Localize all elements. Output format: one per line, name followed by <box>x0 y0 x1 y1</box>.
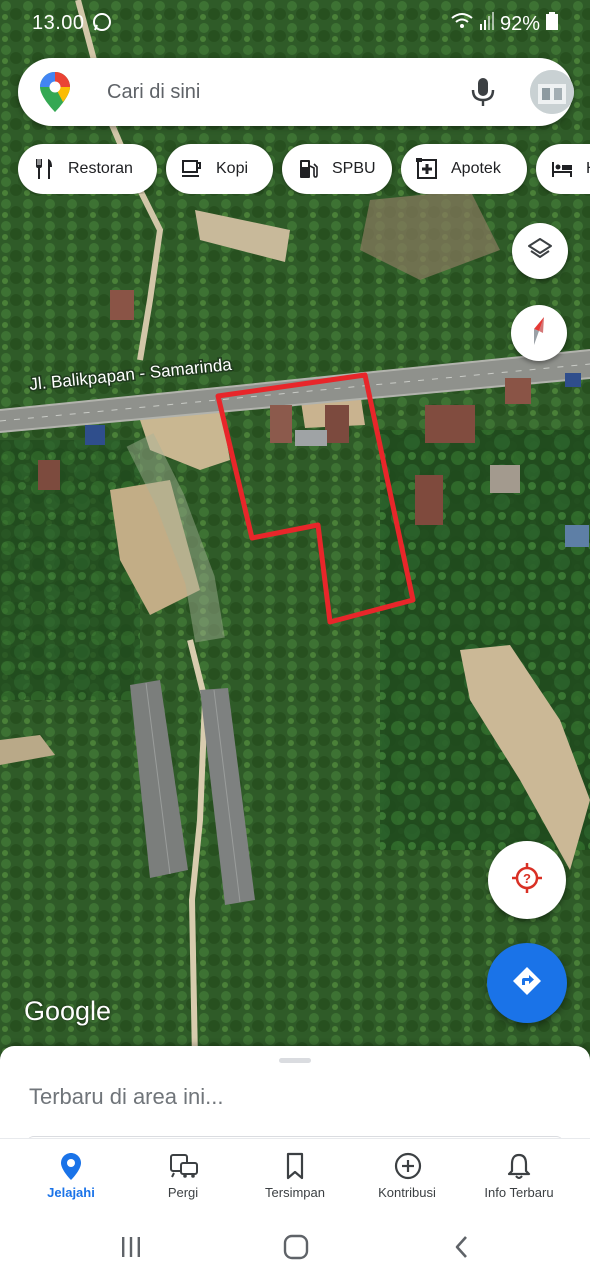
battery-percent: 92% <box>499 12 540 35</box>
system-navigation-bar <box>0 1212 590 1280</box>
svg-text:?: ? <box>523 871 531 886</box>
chip-spbu[interactable]: SPBU <box>282 144 392 194</box>
hotel-icon <box>550 157 574 181</box>
chip-restoran[interactable]: Restoran <box>18 144 157 194</box>
my-location-button[interactable]: ? <box>488 841 566 919</box>
nav-pergi[interactable]: Pergi <box>128 1139 238 1213</box>
microphone-icon[interactable] <box>470 76 496 108</box>
coffee-icon <box>180 157 204 181</box>
chip-kopi[interactable]: Kopi <box>166 144 273 194</box>
status-time: 13.00 <box>32 12 85 34</box>
nav-jelajahi[interactable]: Jelajahi <box>16 1139 126 1213</box>
commute-icon <box>169 1151 198 1181</box>
back-icon[interactable] <box>442 1232 482 1262</box>
add-circle-icon <box>393 1151 422 1181</box>
chip-hotel[interactable]: H <box>536 144 590 194</box>
explore-pin-icon <box>57 1151 85 1181</box>
search-input[interactable]: Cari di sini <box>107 81 200 104</box>
bookmark-icon <box>281 1151 309 1181</box>
nav-info-terbaru[interactable]: Info Terbaru <box>464 1139 574 1213</box>
layers-icon <box>527 236 553 267</box>
search-bar[interactable]: Cari di sini <box>18 58 574 126</box>
restaurant-icon <box>32 157 56 181</box>
google-maps-logo-icon <box>40 72 70 112</box>
category-chips: Restoran Kopi SPBU Apotek H <box>18 144 590 194</box>
layers-button[interactable] <box>512 223 568 279</box>
compass-button[interactable] <box>511 305 567 361</box>
pharmacy-icon <box>415 157 439 181</box>
signal-icon <box>479 12 494 36</box>
nav-kontribusi[interactable]: Kontribusi <box>352 1139 462 1213</box>
explore-sheet[interactable]: Terbaru di area ini... <box>0 1046 590 1146</box>
nav-tersimpan[interactable]: Tersimpan <box>240 1139 350 1213</box>
bottom-navigation: Jelajahi Pergi Tersimpan Kontribusi Info… <box>0 1138 590 1213</box>
directions-button[interactable] <box>487 943 567 1023</box>
status-bar: 13.00 92% <box>0 0 590 48</box>
bell-icon <box>505 1151 533 1181</box>
google-attribution: Google <box>24 996 112 1026</box>
home-icon[interactable] <box>276 1232 316 1262</box>
battery-icon <box>546 12 558 36</box>
gas-station-icon <box>296 157 320 181</box>
sheet-drag-handle[interactable] <box>279 1058 311 1063</box>
compass-icon <box>527 315 551 352</box>
location-unknown-icon: ? <box>510 861 544 900</box>
account-avatar[interactable] <box>530 70 574 114</box>
sheet-title: Terbaru di area ini... <box>29 1084 224 1109</box>
recent-apps-icon[interactable] <box>111 1232 151 1262</box>
status-right: 92% <box>450 12 558 36</box>
chip-apotek[interactable]: Apotek <box>401 144 527 194</box>
wifi-icon <box>450 12 474 36</box>
whatsapp-notification-icon <box>92 12 112 32</box>
directions-icon <box>510 964 544 1003</box>
